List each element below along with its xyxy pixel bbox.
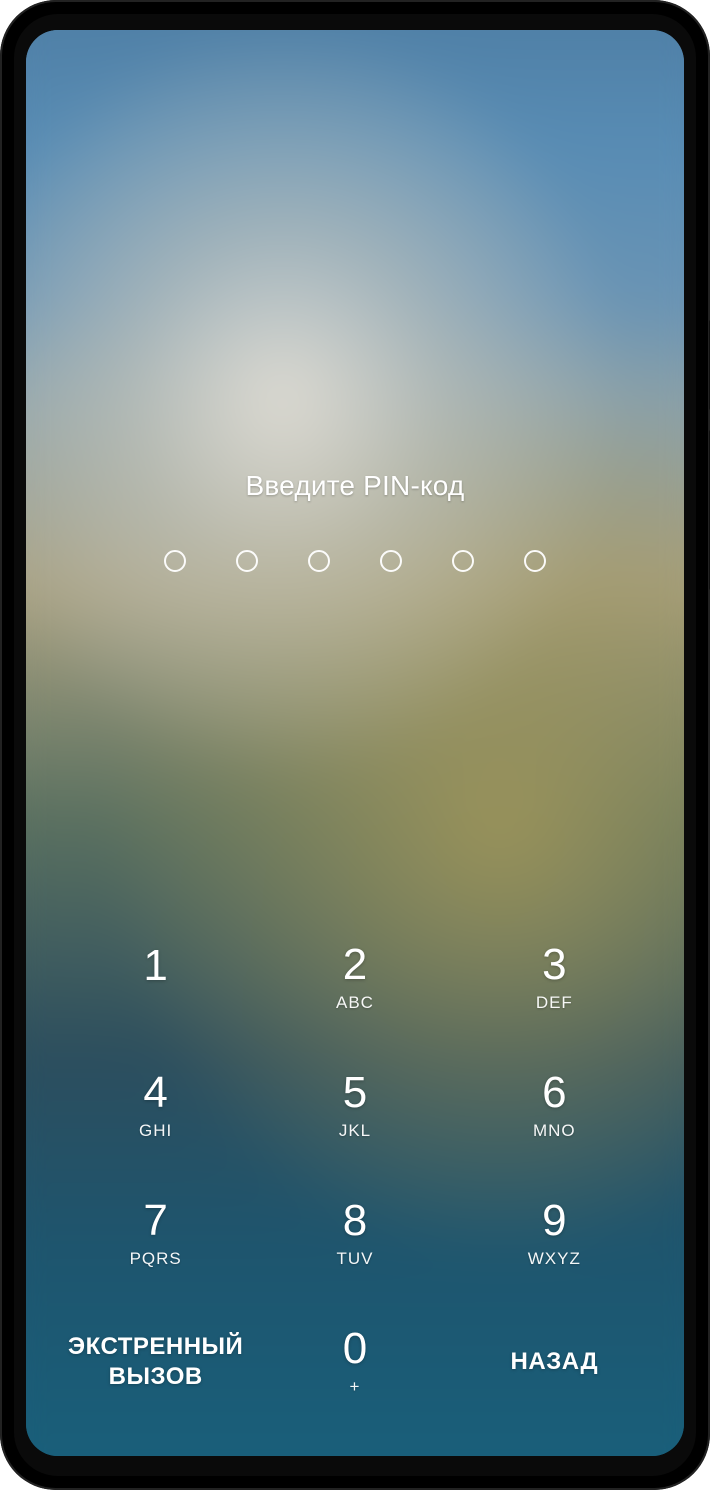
keypad: 1 2 ABC 3 DEF 4 GHI (26, 914, 684, 1456)
back-label: НАЗАД (511, 1347, 599, 1377)
key-letters: DEF (536, 993, 573, 1013)
key-digit: 1 (143, 944, 167, 988)
key-digit: 9 (542, 1199, 566, 1243)
back-button[interactable]: НАЗАД (455, 1298, 654, 1426)
lock-screen: Введите PIN-код 1 2 (26, 30, 684, 1456)
pin-dot (524, 550, 546, 572)
emergency-call-label: ЭКСТРЕННЫЙ ВЫЗОВ (68, 1332, 243, 1392)
key-letters: WXYZ (528, 1249, 581, 1269)
key-letters: MNO (533, 1121, 576, 1141)
key-7[interactable]: 7 PQRS (56, 1170, 255, 1298)
key-letters: GHI (139, 1121, 172, 1141)
key-4[interactable]: 4 GHI (56, 1042, 255, 1170)
key-9[interactable]: 9 WXYZ (455, 1170, 654, 1298)
pin-prompt: Введите PIN-код (26, 470, 684, 502)
key-letters: JKL (339, 1121, 371, 1141)
key-5[interactable]: 5 JKL (255, 1042, 454, 1170)
phone-frame: Введите PIN-код 1 2 (0, 0, 710, 1490)
key-letters: + (350, 1377, 361, 1397)
pin-dot (380, 550, 402, 572)
key-1[interactable]: 1 (56, 914, 255, 1042)
key-digit: 4 (143, 1071, 167, 1115)
pin-dot (452, 550, 474, 572)
key-letters: ABC (336, 993, 374, 1013)
key-2[interactable]: 2 ABC (255, 914, 454, 1042)
key-digit: 3 (542, 943, 566, 987)
emergency-call-button[interactable]: ЭКСТРЕННЫЙ ВЫЗОВ (56, 1298, 255, 1426)
pin-dots (26, 550, 684, 572)
pin-dot (236, 550, 258, 572)
pin-dot (308, 550, 330, 572)
key-digit: 0 (343, 1327, 367, 1371)
key-3[interactable]: 3 DEF (455, 914, 654, 1042)
key-digit: 7 (143, 1199, 167, 1243)
key-0[interactable]: 0 + (255, 1298, 454, 1426)
phone-bezel: Введите PIN-код 1 2 (14, 14, 696, 1476)
pin-dot (164, 550, 186, 572)
key-digit: 6 (542, 1071, 566, 1115)
key-digit: 2 (343, 943, 367, 987)
key-digit: 8 (343, 1199, 367, 1243)
key-6[interactable]: 6 MNO (455, 1042, 654, 1170)
key-digit: 5 (343, 1071, 367, 1115)
key-letters: PQRS (130, 1249, 182, 1269)
key-letters: TUV (336, 1249, 373, 1269)
key-8[interactable]: 8 TUV (255, 1170, 454, 1298)
